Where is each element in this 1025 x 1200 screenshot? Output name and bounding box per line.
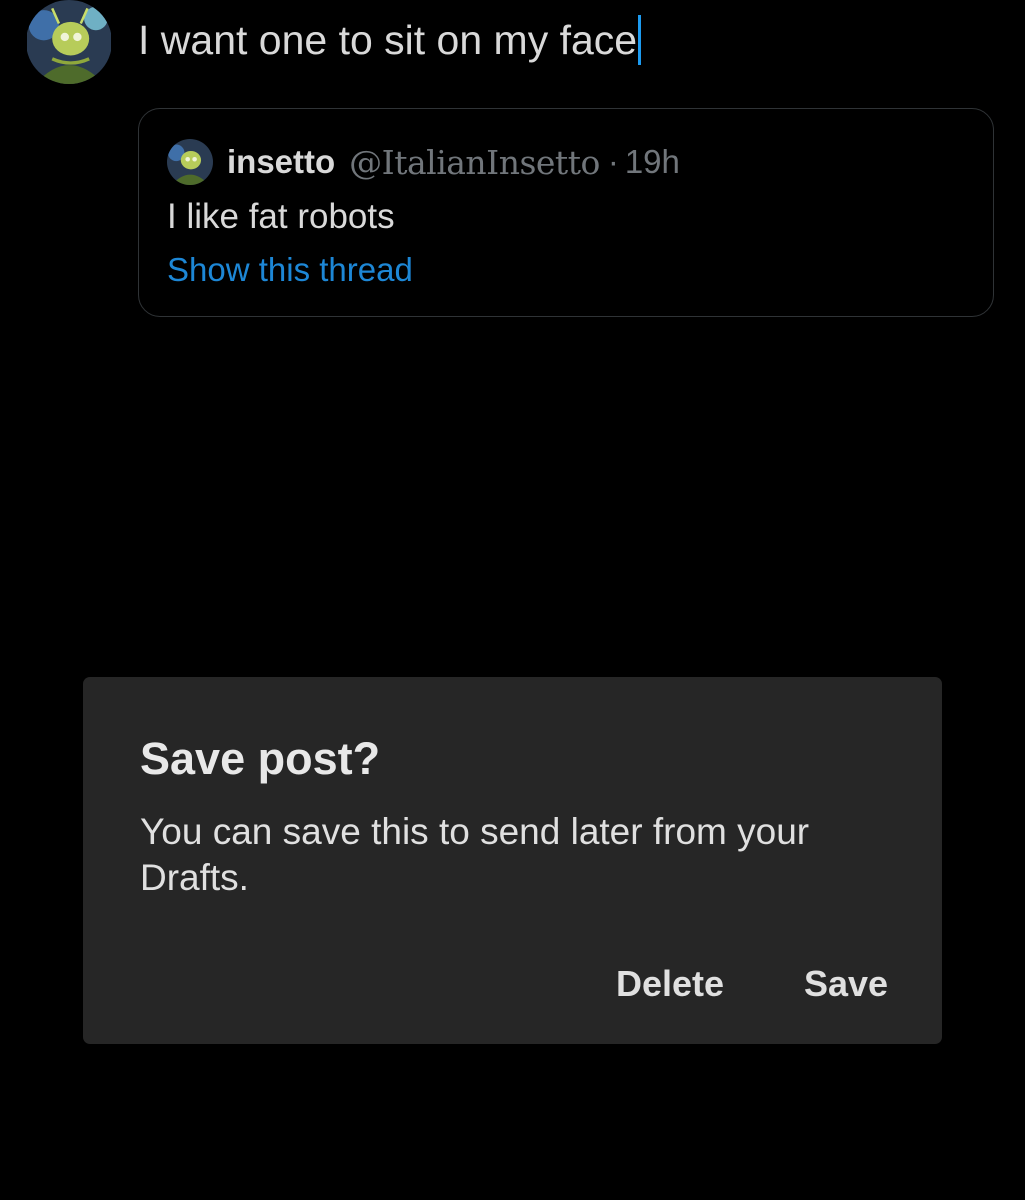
quoted-post-card[interactable]: insetto @ItalianInsetto · 19h I like fat… bbox=[138, 108, 994, 317]
show-thread-link[interactable]: Show this thread bbox=[167, 251, 413, 289]
delete-button[interactable]: Delete bbox=[616, 963, 724, 1005]
quoted-post-avatar[interactable] bbox=[167, 139, 213, 185]
quoted-post-separator: · bbox=[607, 143, 619, 180]
dialog-title: Save post? bbox=[140, 733, 381, 784]
composer-avatar[interactable] bbox=[26, 0, 112, 84]
composer-input[interactable]: I want one to sit on my face bbox=[138, 14, 642, 66]
save-button[interactable]: Save bbox=[804, 963, 888, 1005]
quoted-post-timestamp: 19h bbox=[624, 143, 680, 180]
quoted-post-author-handle: @ItalianInsetto bbox=[349, 142, 600, 182]
user-avatar-icon bbox=[27, 0, 111, 84]
text-caret bbox=[638, 15, 642, 65]
save-post-dialog: Save post? You can save this to send lat… bbox=[83, 677, 942, 1044]
quoted-post-body: I like fat robots bbox=[167, 197, 395, 236]
composer-text-value: I want one to sit on my face bbox=[138, 17, 638, 63]
dialog-message: You can save this to send later from you… bbox=[140, 811, 810, 898]
quoted-post-header: insetto @ItalianInsetto · 19h bbox=[167, 139, 680, 185]
quoted-post-author-name: insetto bbox=[227, 143, 336, 180]
user-avatar-icon bbox=[167, 139, 213, 185]
